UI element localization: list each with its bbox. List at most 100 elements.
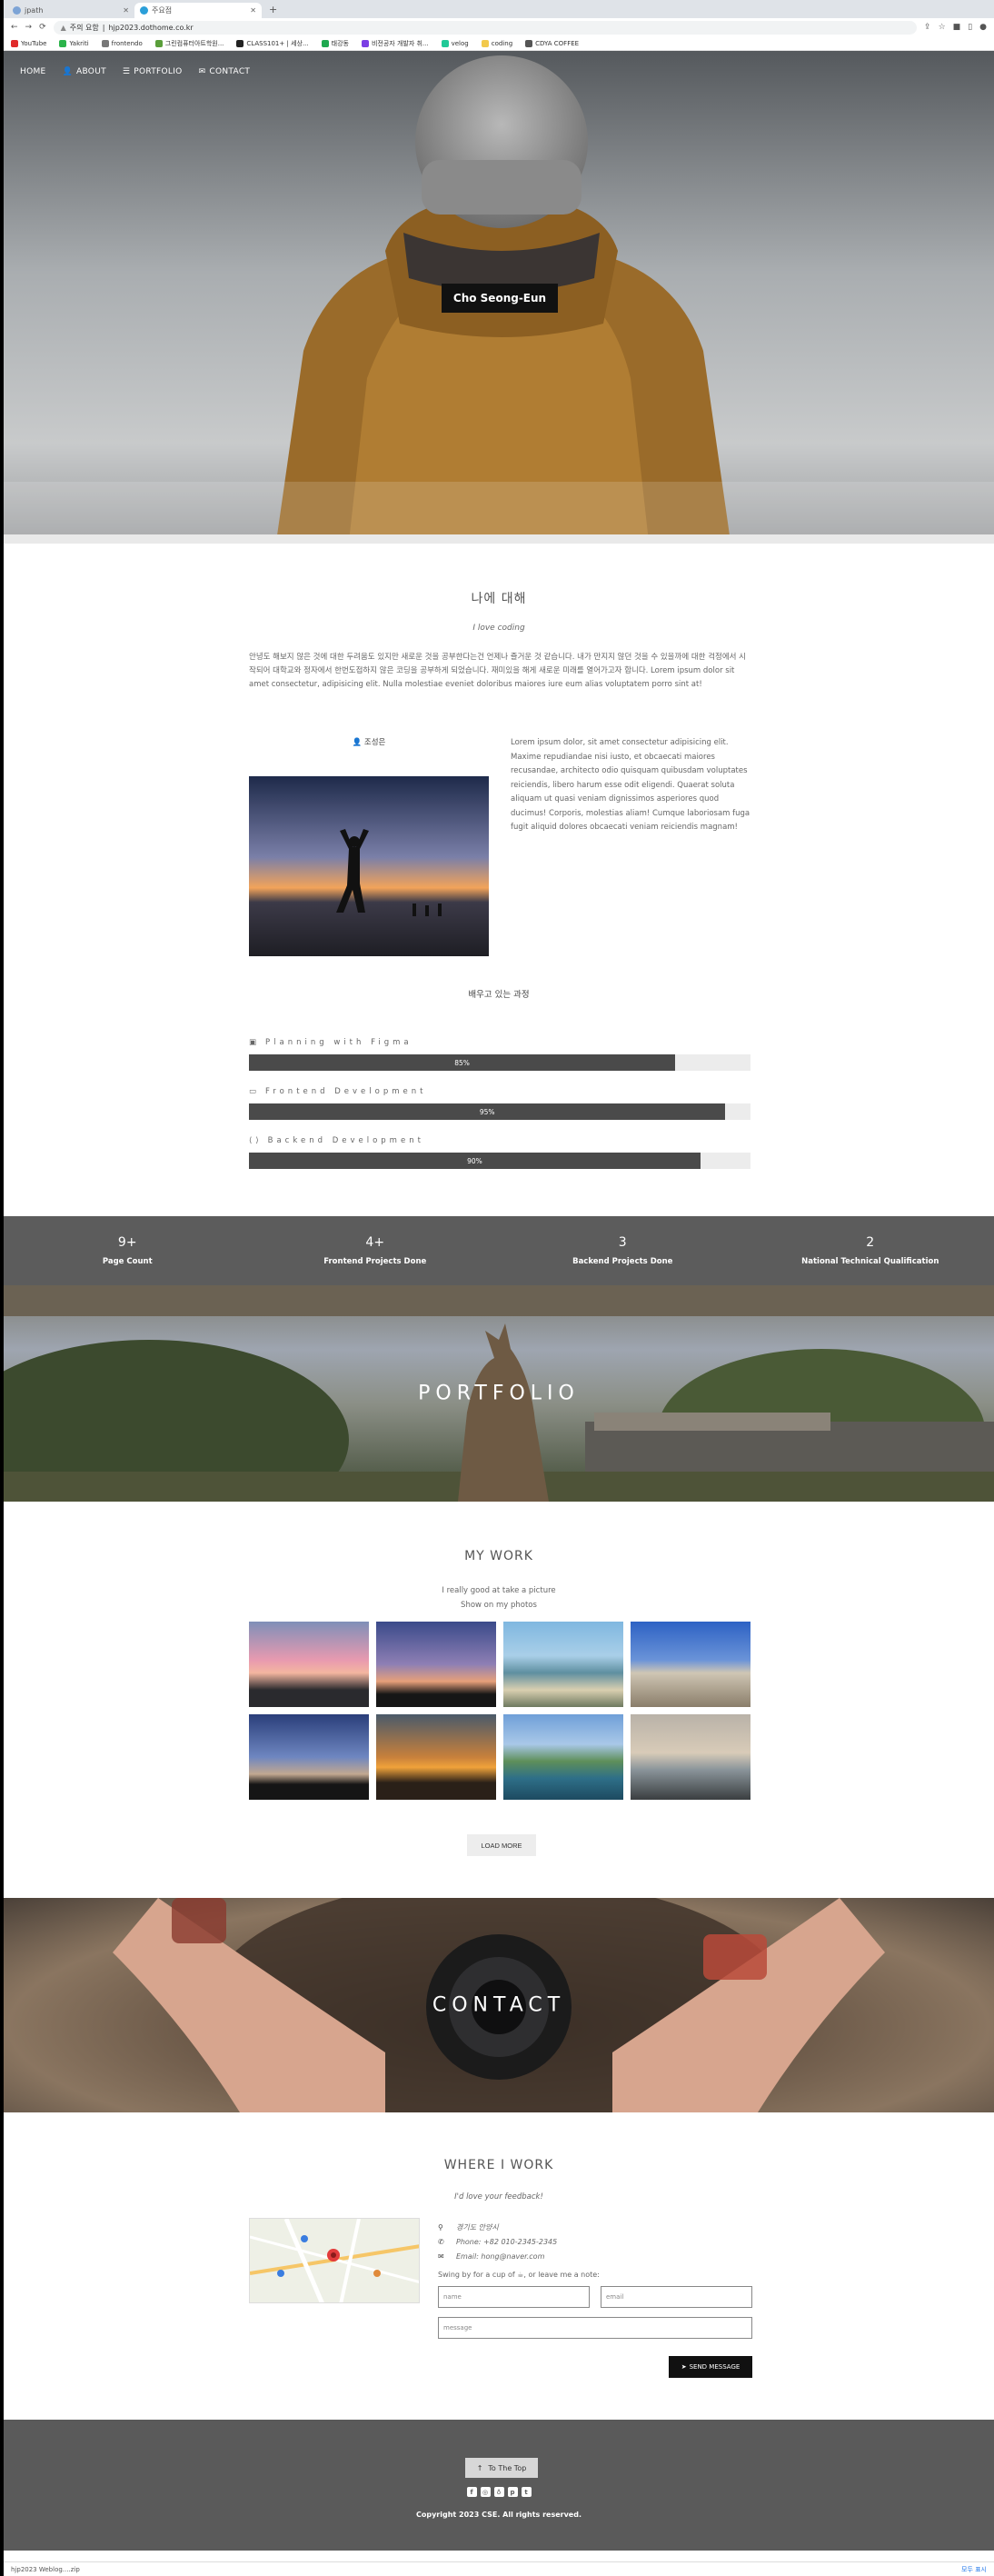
swing-text: Swing by for a cup of ☕, or leave me a n… bbox=[438, 2271, 600, 2279]
contact-subtitle: I'd love your feedback! bbox=[454, 2192, 543, 2202]
gallery-photo[interactable] bbox=[503, 1714, 623, 1800]
hero-section: HOME 👤 ABOUT ☰ PORTFOLIO ✉ CONTACT Cho Seon… bbox=[4, 51, 994, 542]
copyright: Copyright 2023 CSE. All rights reserved. bbox=[416, 2511, 581, 2519]
bookmark-item[interactable]: YouTube bbox=[11, 39, 46, 47]
to-top-button[interactable]: ↑ To The Top bbox=[465, 2458, 538, 2478]
bookmarks-bar: YouTube Yakriti frontendo 그린컴퓨터아트학원... C… bbox=[4, 36, 994, 51]
tab-jpath[interactable]: jpath ✕ bbox=[7, 3, 134, 18]
location-map[interactable] bbox=[249, 2218, 420, 2303]
address-row: ⚲ 경기도 안양시 bbox=[438, 2222, 499, 2232]
browser-toolbar: ← → ⟳ ▲ 주의 요함 | hjp2023.dothome.co.kr ⇪ … bbox=[4, 18, 994, 36]
tab-label: 주요점 bbox=[152, 6, 173, 15]
stat-item: 2 National Technical Qualification bbox=[801, 1235, 939, 1266]
nav-home[interactable]: HOME bbox=[20, 67, 46, 76]
close-icon[interactable]: ✕ bbox=[123, 6, 129, 15]
snapchat-icon[interactable]: ♁ bbox=[493, 2487, 504, 2497]
warning-icon: ▲ bbox=[60, 23, 66, 32]
skill-bar: 85% bbox=[249, 1054, 750, 1071]
contact-banner: CONTACT bbox=[4, 1898, 994, 2112]
message-input[interactable]: message bbox=[438, 2317, 752, 2339]
skill-bar: 95% bbox=[249, 1103, 750, 1120]
url-divider: | bbox=[102, 23, 105, 32]
mail-icon: ✉ bbox=[198, 67, 206, 76]
bookmark-item[interactable]: Yakriti bbox=[59, 39, 89, 47]
gallery-photo[interactable] bbox=[631, 1622, 750, 1707]
profile-icon[interactable]: ● bbox=[979, 23, 987, 32]
contact-title: WHERE I WORK bbox=[443, 2158, 554, 2172]
profile-text: Lorem ipsum dolor, sit amet consectetur … bbox=[511, 738, 750, 832]
user-icon: 👤 bbox=[352, 738, 364, 747]
email-row: ✉ Email: hong@naver.com bbox=[438, 2252, 545, 2261]
footer: ↑ To The Top f ◎ ♁ p t Copyright 2023 CSE… bbox=[4, 2420, 994, 2551]
gallery-photo[interactable] bbox=[376, 1622, 496, 1707]
address-bar[interactable]: ▲ 주의 요함 | hjp2023.dothome.co.kr bbox=[53, 20, 918, 35]
skill-bar-fill: 95% bbox=[249, 1103, 726, 1120]
email-input[interactable]: email bbox=[601, 2286, 752, 2308]
skill-bar-fill: 90% bbox=[249, 1153, 701, 1169]
bookmark-item[interactable]: CLASS101+ | 세상... bbox=[236, 39, 309, 48]
gallery-photo[interactable] bbox=[249, 1714, 369, 1800]
about-section: 나에 대해 I love coding 안녕도 해보지 않은 것에 대한 두려움… bbox=[4, 544, 994, 1216]
tab-label: jpath bbox=[25, 6, 44, 15]
close-icon[interactable]: ✕ bbox=[250, 6, 256, 15]
new-tab-button[interactable]: + bbox=[262, 4, 284, 18]
bookmark-folder[interactable]: coding bbox=[481, 39, 512, 47]
forward-icon[interactable]: → bbox=[25, 23, 33, 32]
send-message-button[interactable]: ➤ SEND MESSAGE bbox=[669, 2356, 752, 2378]
site-icon bbox=[140, 6, 148, 15]
user-icon: 👤 bbox=[62, 67, 74, 76]
share-icon[interactable]: ⇪ bbox=[924, 23, 931, 32]
pinterest-icon[interactable]: p bbox=[507, 2487, 518, 2497]
gallery-photo[interactable] bbox=[376, 1714, 496, 1800]
facebook-icon[interactable]: f bbox=[466, 2487, 477, 2497]
download-item[interactable]: hjp2023 Weblog....zip bbox=[11, 2566, 80, 2573]
paper-plane-icon: ➤ bbox=[681, 2363, 687, 2371]
twitter-icon[interactable]: t bbox=[521, 2487, 532, 2497]
hero-title: Cho Seong-Eun bbox=[442, 284, 558, 313]
extension-icon[interactable]: ■ bbox=[953, 23, 961, 32]
about-subtitle: I love coding bbox=[472, 624, 525, 633]
bookmark-item[interactable]: 그린컴퓨터아트학원... bbox=[154, 39, 224, 48]
url-warning: 주의 요함 bbox=[69, 23, 99, 32]
portfolio-banner: PORTFOLIO bbox=[4, 1285, 994, 1502]
bookmark-item[interactable]: velog bbox=[441, 39, 469, 47]
bookmark-item[interactable]: frontendo bbox=[101, 39, 143, 47]
code-icon: ⟨⟩ bbox=[249, 1136, 263, 1145]
main-nav: HOME 👤 ABOUT ☰ PORTFOLIO ✉ CONTACT bbox=[20, 67, 250, 76]
gallery-photo[interactable] bbox=[631, 1714, 750, 1800]
nav-contact[interactable]: ✉ CONTACT bbox=[199, 67, 251, 76]
stat-item: 3 Backend Projects Done bbox=[572, 1235, 673, 1266]
skills-title: 배우고 있는 과정 bbox=[468, 990, 530, 1000]
arrow-up-icon: ↑ bbox=[476, 2463, 483, 2472]
sidepanel-icon[interactable]: ▯ bbox=[968, 23, 972, 32]
stats-section: 9+ Page Count 4+ Frontend Projects Done 3B… bbox=[4, 1216, 994, 1285]
tab-active[interactable]: 주요점 ✕ bbox=[134, 3, 262, 18]
nav-portfolio[interactable]: ☰ PORTFOLIO bbox=[123, 67, 183, 76]
social-links: f ◎ ♁ p t bbox=[4, 2487, 994, 2497]
star-icon[interactable]: ☆ bbox=[939, 23, 946, 32]
gallery-photo[interactable] bbox=[249, 1622, 369, 1707]
photo-gallery bbox=[249, 1622, 754, 1800]
load-more-button[interactable]: LOAD MORE bbox=[467, 1834, 536, 1856]
bookmark-item[interactable]: 태강동 bbox=[321, 39, 349, 48]
map-pin-icon: ⚲ bbox=[438, 2222, 443, 2232]
bookmark-item[interactable]: CDYA COFFEE bbox=[525, 39, 579, 47]
bookmark-item[interactable]: 비전공자 개발자 취... bbox=[361, 39, 429, 48]
back-icon[interactable]: ← bbox=[11, 23, 18, 32]
about-intro: 안녕도 해보지 않은 것에 대한 두려움도 있지만 새로운 것을 공부한다는건 … bbox=[249, 653, 746, 689]
contact-banner-title: CONTACT bbox=[432, 1993, 566, 2017]
hero-overlay-strip bbox=[4, 482, 994, 542]
tab-bar: jpath ✕ 주요점 ✕ + bbox=[4, 0, 994, 18]
show-all-downloads[interactable]: 모두 표시 bbox=[961, 2565, 987, 2574]
skill-figma: ▣ Planning with Figma 85% bbox=[249, 1038, 750, 1071]
gallery-photo[interactable] bbox=[503, 1622, 623, 1707]
downloads-bar: hjp2023 Weblog....zip 모두 표시 bbox=[4, 2561, 994, 2576]
contact-info: ⚲ 경기도 안양시 ✆ Phone: +82 010-2345-2345 ✉ Emai… bbox=[438, 2220, 752, 2339]
nav-about[interactable]: 👤 ABOUT bbox=[63, 67, 106, 76]
instagram-icon[interactable]: ◎ bbox=[480, 2487, 491, 2497]
name-input[interactable]: name bbox=[438, 2286, 590, 2308]
skill-bar-fill: 85% bbox=[249, 1054, 676, 1071]
reload-icon[interactable]: ⟳ bbox=[39, 23, 46, 32]
monitor-icon: ▭ bbox=[249, 1087, 261, 1096]
contact-section: WHERE I WORK I'd love your feedback! ⚲ 경기… bbox=[4, 2112, 994, 2420]
